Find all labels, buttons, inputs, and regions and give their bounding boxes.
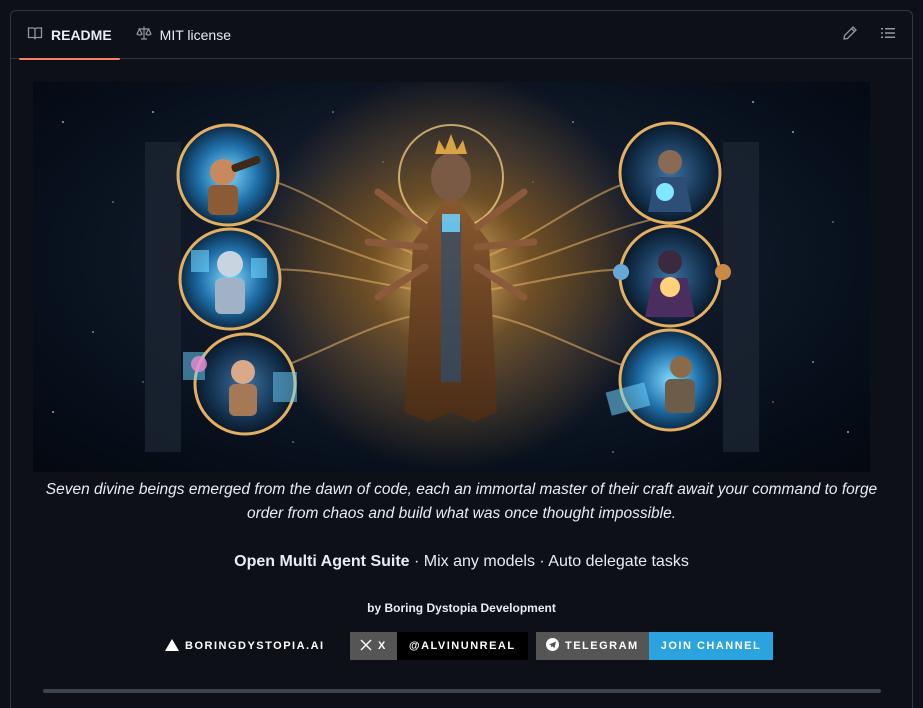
- website-badge-label: BORINGDYSTOPIA.AI: [185, 640, 325, 652]
- telegram-badge-left: TELEGRAM: [536, 632, 649, 660]
- hero-caption: Seven divine beings emerged from the daw…: [45, 481, 878, 522]
- tagline-bold: Open Multi Agent Suite: [234, 553, 410, 570]
- outline-button[interactable]: [878, 25, 898, 45]
- edit-button[interactable]: [840, 25, 860, 45]
- website-badge[interactable]: BORINGDYSTOPIA.AI: [155, 632, 335, 660]
- website-badge-body: BORINGDYSTOPIA.AI: [155, 632, 335, 660]
- x-badge[interactable]: X @ALVINUNREAL: [350, 632, 528, 660]
- byline: by Boring Dystopia Development: [367, 601, 556, 615]
- pencil-icon: [842, 25, 858, 46]
- tab-license[interactable]: MIT license: [128, 11, 239, 59]
- telegram-badge-right: JOIN CHANNEL: [648, 632, 774, 660]
- list-outline-icon: [880, 25, 896, 46]
- tagline-rest: · Mix any models · Auto delegate tasks: [409, 553, 689, 570]
- x-badge-right: @ALVINUNREAL: [396, 632, 528, 660]
- x-badge-handle: @ALVINUNREAL: [408, 640, 516, 652]
- tab-readme-label: README: [51, 26, 112, 43]
- hero-image: [33, 82, 870, 472]
- telegram-badge-right-label: JOIN CHANNEL: [660, 640, 762, 652]
- section-divider: [43, 689, 881, 693]
- tab-readme[interactable]: README: [19, 11, 120, 60]
- book-icon: [27, 25, 43, 44]
- x-badge-left-label: X: [378, 640, 387, 652]
- telegram-badge[interactable]: TELEGRAM JOIN CHANNEL: [536, 632, 774, 660]
- law-scale-icon: [135, 25, 152, 44]
- telegram-badge-left-label: TELEGRAM: [565, 640, 639, 652]
- tagline: Open Multi Agent Suite · Mix any models …: [43, 553, 880, 571]
- tab-license-label: MIT license: [159, 26, 231, 43]
- x-badge-left: X: [350, 632, 397, 660]
- telegram-icon: [546, 638, 559, 654]
- x-logo-icon: [360, 639, 372, 654]
- divine-beings-illustration: [52, 82, 849, 472]
- triangle-icon: [165, 638, 179, 654]
- badge-row: BORINGDYSTOPIA.AI X @ALVINUNREAL TELEGRA…: [0, 632, 923, 660]
- tab-bar: README MIT license: [11, 11, 912, 60]
